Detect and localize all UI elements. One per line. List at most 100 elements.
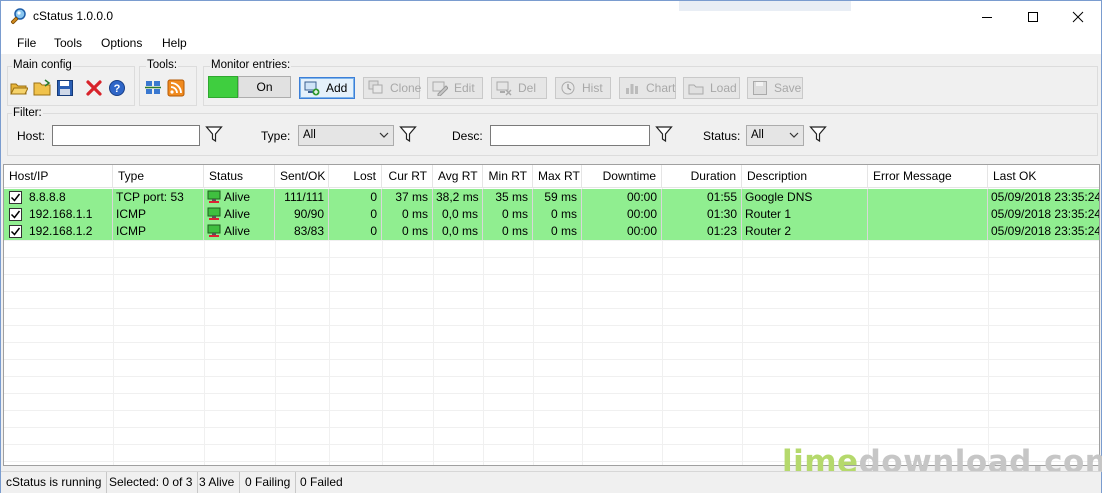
monitor-toggle-indicator[interactable] bbox=[208, 76, 238, 98]
filter-label: Filter: bbox=[12, 107, 43, 119]
cell-status: Alive bbox=[204, 206, 275, 223]
cell-cur-rt: 0 ms bbox=[382, 223, 433, 240]
history-button[interactable]: Hist bbox=[555, 77, 611, 99]
app-window: cStatus 1.0.0.0 File Tools Options Help … bbox=[0, 0, 1102, 493]
svg-text:?: ? bbox=[114, 83, 121, 95]
clone-icon bbox=[368, 80, 383, 94]
chart-button-label: Chart bbox=[646, 81, 676, 95]
add-button-label: Add bbox=[326, 81, 348, 95]
cell-last-ok: 05/09/2018 23:35:24 bbox=[991, 224, 1099, 238]
type-filter-select[interactable]: All bbox=[298, 125, 394, 146]
row-checkbox[interactable] bbox=[9, 225, 22, 238]
row-checkbox[interactable] bbox=[9, 191, 22, 204]
host-filter-input[interactable] bbox=[52, 125, 200, 146]
chart-icon bbox=[626, 84, 638, 94]
network-icon[interactable] bbox=[144, 79, 162, 97]
col-min-rt[interactable]: Min RT bbox=[483, 165, 533, 188]
menu-file[interactable]: File bbox=[15, 36, 38, 50]
status-failed-count: 0 Failed bbox=[300, 475, 343, 489]
chevron-down-icon bbox=[379, 132, 389, 138]
cell-max-rt: 0 ms bbox=[533, 223, 582, 240]
close-icon bbox=[1072, 11, 1084, 22]
monitor-grid[interactable]: Host/IP Type Status Sent/OK Lost Cur RT … bbox=[3, 164, 1100, 466]
desc-funnel-icon[interactable] bbox=[655, 125, 673, 143]
save-button[interactable]: Save bbox=[747, 77, 803, 99]
help-icon[interactable]: ? bbox=[108, 79, 126, 97]
load-icon bbox=[688, 84, 704, 95]
monitor-toggle-button[interactable]: On bbox=[238, 76, 291, 98]
cell-min-rt: 35 ms bbox=[483, 189, 533, 206]
red-x-icon[interactable] bbox=[85, 79, 103, 97]
status-alive-count: 3 Alive bbox=[194, 472, 241, 493]
cell-cur-rt: 37 ms bbox=[382, 189, 433, 206]
cell-status-text: Alive bbox=[224, 207, 251, 221]
chart-button[interactable]: Chart bbox=[619, 77, 676, 99]
col-cur-rt[interactable]: Cur RT bbox=[382, 165, 433, 188]
col-status[interactable]: Status bbox=[204, 165, 275, 188]
col-sent-ok[interactable]: Sent/OK bbox=[275, 165, 329, 188]
cell-min-rt: 0 ms bbox=[483, 223, 533, 240]
status-selected: Selected: 0 of 3 bbox=[104, 472, 199, 493]
col-last-ok[interactable]: Last OK bbox=[988, 165, 1099, 188]
cell-error bbox=[868, 206, 988, 223]
col-lost[interactable]: Lost bbox=[329, 165, 382, 188]
cell-type: ICMP bbox=[113, 223, 204, 240]
status-funnel-icon[interactable] bbox=[809, 125, 827, 143]
tools-label: Tools: bbox=[146, 59, 179, 71]
rss-icon[interactable] bbox=[167, 79, 185, 97]
col-type[interactable]: Type bbox=[113, 165, 204, 188]
col-description[interactable]: Description bbox=[742, 165, 868, 188]
status-filter-value: All bbox=[751, 129, 764, 141]
table-row[interactable]: 192.168.1.1 ICMP Alive 90/90 0 0 ms 0,0 … bbox=[4, 206, 1099, 223]
cell-last-ok: 05/09/2018 23:35:24 bbox=[991, 190, 1099, 204]
minimize-button[interactable] bbox=[964, 1, 1010, 32]
grid-rowline bbox=[4, 342, 1099, 343]
cell-status: Alive bbox=[204, 189, 275, 206]
col-host[interactable]: Host/IP bbox=[4, 165, 113, 188]
cell-downtime: 00:00 bbox=[582, 189, 662, 206]
checkmark-icon bbox=[10, 193, 21, 202]
load-button[interactable]: Load bbox=[683, 77, 740, 99]
grid-rowline bbox=[4, 325, 1099, 326]
table-row[interactable]: 192.168.1.2 ICMP Alive 83/83 0 0 ms 0,0 … bbox=[4, 223, 1099, 240]
menu-options[interactable]: Options bbox=[99, 36, 144, 50]
type-filter-value: All bbox=[303, 129, 316, 141]
menu-bar: File Tools Options Help bbox=[1, 32, 1101, 54]
col-error-message[interactable]: Error Message bbox=[868, 165, 988, 188]
cell-downtime: 00:00 bbox=[582, 223, 662, 240]
status-filter-label: Status: bbox=[703, 129, 741, 143]
delete-button-label: Del bbox=[518, 81, 537, 95]
grid-rowline bbox=[4, 376, 1099, 377]
col-avg-rt[interactable]: Avg RT bbox=[433, 165, 483, 188]
grid-rowline bbox=[4, 393, 1099, 394]
desc-filter-input[interactable] bbox=[490, 125, 650, 146]
open-folder-icon[interactable] bbox=[10, 79, 28, 97]
title-bar[interactable]: cStatus 1.0.0.0 bbox=[1, 1, 1101, 32]
checkmark-icon bbox=[10, 227, 21, 236]
col-duration[interactable]: Duration bbox=[662, 165, 742, 188]
cell-max-rt: 0 ms bbox=[533, 206, 582, 223]
save-icon bbox=[753, 81, 767, 95]
close-button[interactable] bbox=[1055, 1, 1101, 32]
clone-button[interactable]: Clone bbox=[363, 77, 422, 99]
row-checkbox[interactable] bbox=[9, 208, 22, 221]
type-funnel-icon[interactable] bbox=[399, 125, 417, 143]
host-funnel-icon[interactable] bbox=[205, 125, 223, 143]
table-row[interactable]: 8.8.8.8 TCP port: 53 Alive 111/111 0 37 … bbox=[4, 189, 1099, 206]
status-filter-select[interactable]: All bbox=[746, 125, 804, 146]
host-filter-label: Host: bbox=[17, 129, 46, 143]
add-button[interactable]: Add bbox=[299, 77, 355, 99]
col-downtime[interactable]: Downtime bbox=[582, 165, 662, 188]
cell-host: 192.168.1.1 bbox=[26, 206, 113, 223]
folder-icon[interactable] bbox=[33, 79, 51, 97]
floppy-icon[interactable] bbox=[56, 79, 74, 97]
menu-help[interactable]: Help bbox=[160, 36, 189, 50]
cell-sent-ok: 83/83 bbox=[275, 223, 329, 240]
menu-tools[interactable]: Tools bbox=[52, 36, 84, 50]
clone-button-label: Clone bbox=[390, 81, 422, 95]
edit-button[interactable]: Edit bbox=[427, 77, 483, 99]
edit-button-label: Edit bbox=[454, 81, 475, 95]
col-max-rt[interactable]: Max RT bbox=[533, 165, 582, 188]
delete-button[interactable]: Del bbox=[491, 77, 547, 99]
maximize-button[interactable] bbox=[1010, 1, 1056, 32]
